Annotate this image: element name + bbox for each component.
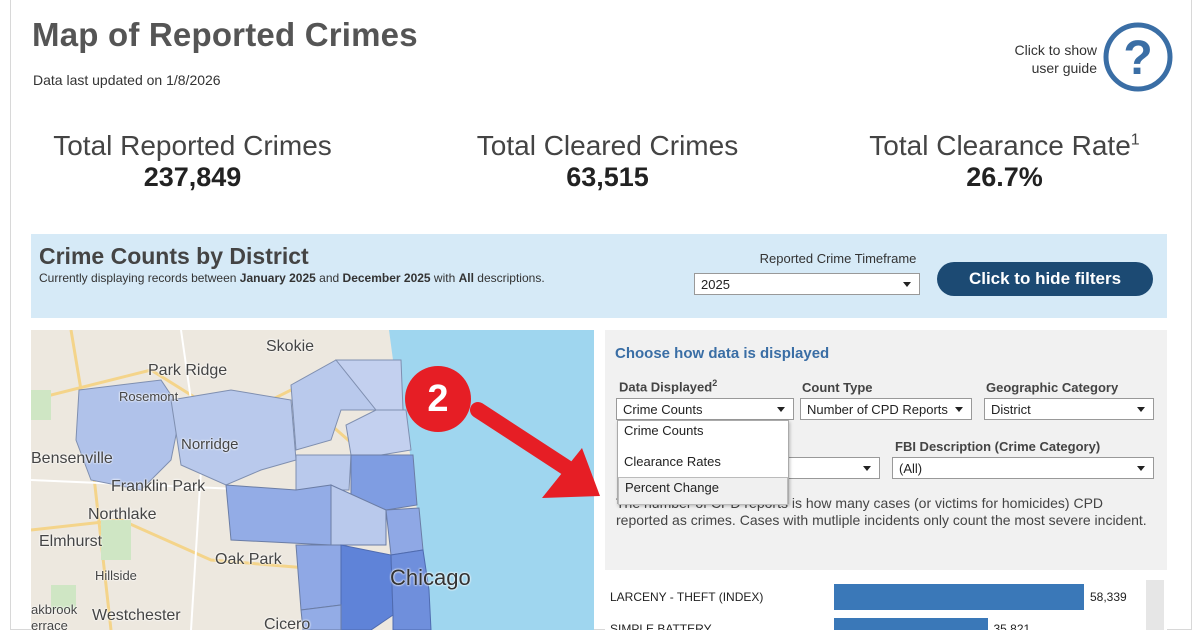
subtitle-desc: All	[458, 271, 474, 285]
subtitle-suffix: descriptions.	[473, 271, 545, 285]
map-label: Rosemont	[119, 389, 179, 404]
map-label: errace	[31, 618, 68, 630]
chart-scrollbar[interactable]	[1146, 580, 1164, 630]
geographic-category-select[interactable]: District	[984, 398, 1154, 420]
bar-simple-battery[interactable]	[834, 618, 988, 630]
kpi-label-text: Total Clearance Rate	[869, 130, 1131, 161]
description-line2: reported as crimes. Cases with mutliple …	[616, 512, 1147, 528]
crime-category-bar-chart: LARCENY - THEFT (INDEX) 58,339 SIMPLE BA…	[605, 580, 1167, 630]
user-guide-line1: Click to show	[1014, 42, 1097, 58]
user-guide-line2: user guide	[1031, 60, 1097, 76]
chevron-down-icon	[1137, 466, 1145, 471]
bar-value: 58,339	[1090, 590, 1127, 604]
map-label: Park Ridge	[148, 362, 228, 379]
footnote-marker: 2	[712, 378, 718, 388]
page-title: Map of Reported Crimes	[32, 16, 418, 53]
timeframe-select[interactable]: 2025	[694, 273, 920, 295]
section-title: Crime Counts by District	[39, 243, 309, 269]
footnote-marker: 1	[1130, 131, 1140, 149]
kpi-total-reported: Total Reported Crimes 237,849	[40, 130, 345, 193]
kpi-label: Total Clearance Rate1	[852, 130, 1157, 162]
data-displayed-label: Data Displayed2	[619, 378, 717, 394]
map-label: Cicero	[264, 616, 311, 630]
map-label: Bensenville	[31, 450, 113, 467]
count-type-label: Count Type	[802, 380, 873, 395]
kpi-label: Total Cleared Crimes	[476, 130, 739, 161]
count-type-value: Number of CPD Reports	[807, 402, 948, 417]
map-label: Oak Park	[215, 551, 282, 568]
chevron-down-icon	[863, 466, 871, 471]
chevron-down-icon	[903, 282, 911, 287]
map-label: Skokie	[266, 338, 315, 355]
filter-panel-title: Choose how data is displayed	[615, 345, 830, 362]
map-label: Norridge	[181, 436, 239, 453]
map-label: Franklin Park	[111, 478, 206, 495]
svg-text:?: ?	[1123, 32, 1152, 85]
question-circle-icon[interactable]: ?	[1103, 22, 1173, 92]
chevron-down-icon	[777, 407, 785, 412]
data-displayed-options: Crime Counts Clearance Rates Percent Cha…	[617, 420, 789, 505]
kpi-total-cleared: Total Cleared Crimes 63,515	[455, 130, 760, 193]
map-label: Westchester	[92, 607, 181, 624]
secondary-filter-select[interactable]	[780, 457, 880, 479]
annotation-arrow-icon	[470, 402, 600, 498]
bar-label: SIMPLE BATTERY	[610, 622, 712, 630]
subtitle-end: December 2025	[342, 271, 431, 285]
geographic-category-value: District	[991, 402, 1031, 417]
kpi-value: 63,515	[566, 162, 649, 192]
map-label: akbrook	[31, 602, 78, 617]
section-banner: Crime Counts by District Currently displ…	[31, 234, 1167, 318]
kpi-value: 237,849	[143, 162, 242, 192]
option-crime-counts[interactable]: Crime Counts	[618, 421, 788, 449]
map-label: Chicago	[390, 565, 471, 590]
kpi-label: Total Reported Crimes	[53, 130, 332, 161]
map-label: Elmhurst	[39, 533, 103, 550]
user-guide-link[interactable]: Click to show user guide	[990, 41, 1097, 77]
last-updated-text: Data last updated on 1/8/2026	[33, 72, 221, 88]
data-displayed-select[interactable]: Crime Counts	[616, 398, 794, 420]
count-type-select[interactable]: Number of CPD Reports	[800, 398, 972, 420]
timeframe-value: 2025	[701, 277, 730, 292]
fbi-description-value: (All)	[899, 461, 923, 476]
section-subtitle: Currently displaying records between Jan…	[39, 271, 545, 285]
chevron-down-icon	[955, 407, 963, 412]
hide-filters-button[interactable]: Click to hide filters	[937, 262, 1153, 296]
data-displayed-label-text: Data Displayed	[619, 379, 713, 395]
chevron-down-icon	[1137, 407, 1145, 412]
option-percent-change[interactable]: Percent Change	[618, 477, 788, 505]
timeframe-label: Reported Crime Timeframe	[759, 251, 917, 266]
map-label: Northlake	[88, 506, 157, 523]
subtitle-and: and	[315, 271, 343, 285]
subtitle-prefix: Currently displaying records between	[39, 271, 240, 285]
step-badge: 2	[405, 366, 471, 432]
bar-value: 35,821	[993, 622, 1031, 630]
option-clearance-rates[interactable]: Clearance Rates	[618, 449, 788, 477]
kpi-value: 26.7%	[966, 162, 1043, 192]
geographic-category-label: Geographic Category	[986, 380, 1119, 395]
fbi-description-label: FBI Description (Crime Category)	[895, 439, 1101, 454]
subtitle-start: January 2025	[239, 271, 316, 285]
subtitle-with: with	[430, 271, 459, 285]
map-label: Hillside	[95, 568, 137, 583]
kpi-clearance-rate: Total Clearance Rate1 26.7%	[852, 130, 1157, 193]
data-displayed-value: Crime Counts	[623, 402, 703, 417]
bar-larceny-theft[interactable]	[834, 584, 1084, 610]
bar-label: LARCENY - THEFT (INDEX)	[610, 590, 764, 604]
fbi-description-select[interactable]: (All)	[892, 457, 1154, 479]
